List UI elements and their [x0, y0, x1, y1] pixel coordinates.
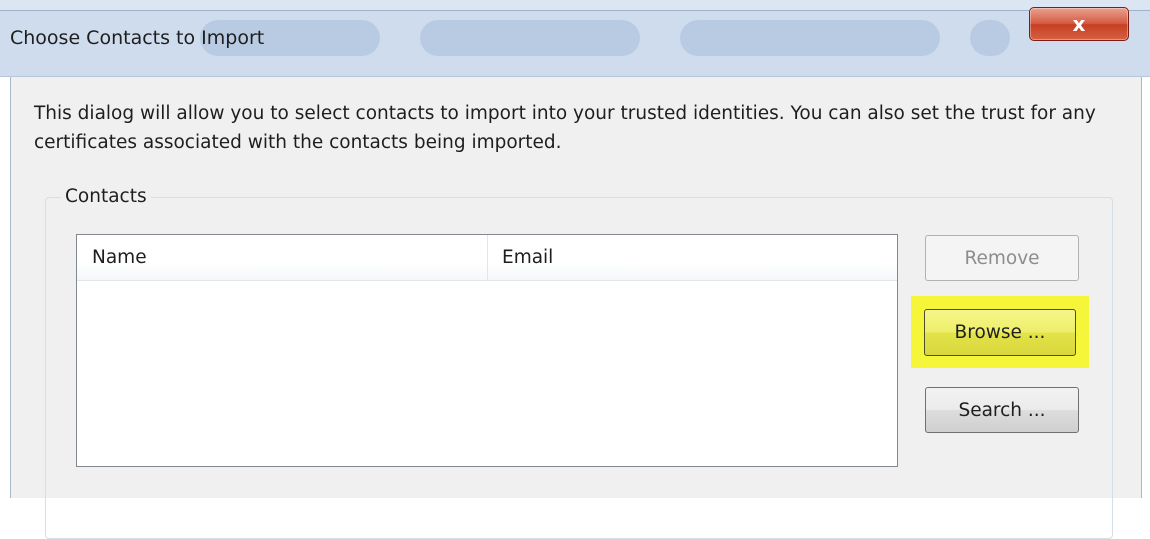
- choose-contacts-dialog: Choose Contacts to Import x This dialog …: [0, 0, 1150, 539]
- close-button[interactable]: x: [1029, 7, 1129, 41]
- column-header-name[interactable]: Name: [77, 235, 488, 280]
- search-button[interactable]: Search ...: [925, 387, 1079, 433]
- background-blur: [970, 20, 1010, 56]
- remove-button[interactable]: Remove: [925, 235, 1079, 281]
- contacts-group-label: Contacts: [61, 186, 151, 207]
- dialog-description: This dialog will allow you to select con…: [34, 103, 1096, 153]
- title-bar: Choose Contacts to Import x: [0, 0, 1150, 77]
- dialog-client-area: This dialog will allow you to select con…: [10, 77, 1142, 539]
- background-blur: [420, 20, 640, 56]
- browse-button[interactable]: Browse ...: [924, 309, 1076, 356]
- background-blur: [680, 20, 940, 56]
- column-header-email[interactable]: Email: [488, 235, 897, 280]
- title-bar-top-edge: [0, 0, 1150, 11]
- close-icon: x: [1072, 12, 1086, 36]
- contacts-list[interactable]: Name Email: [76, 234, 898, 467]
- window-title: Choose Contacts to Import: [10, 27, 265, 49]
- contacts-list-header: Name Email: [77, 235, 897, 281]
